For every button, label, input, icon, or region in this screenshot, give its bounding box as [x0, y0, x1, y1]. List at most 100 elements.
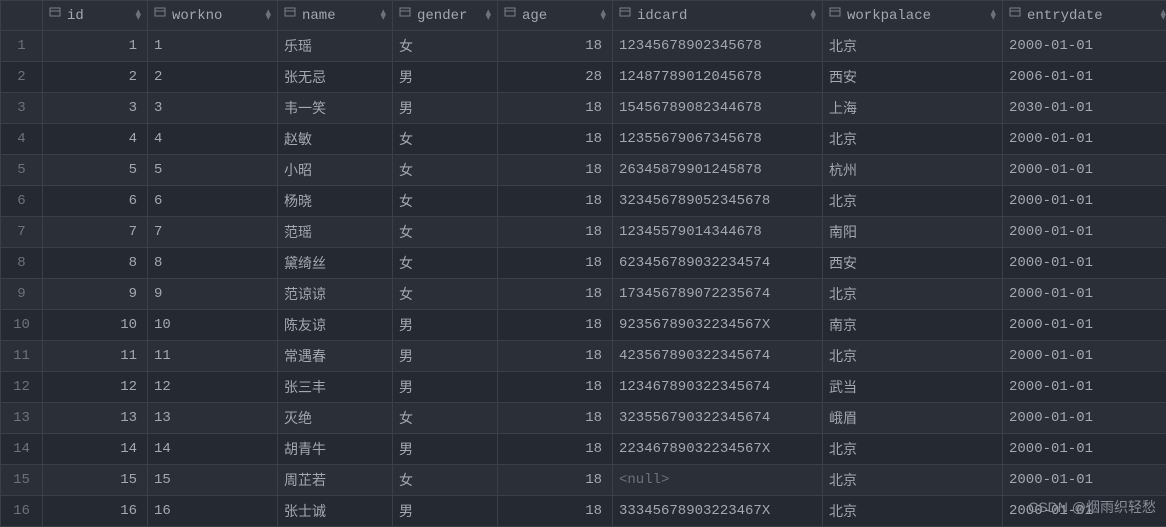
cell-age[interactable]: 18	[498, 186, 613, 217]
table-row[interactable]: 888黛绮丝女18623456789032234574西安2000-01-01	[1, 248, 1166, 279]
table-row[interactable]: 141414胡青牛男1822346789032234567X北京2000-01-…	[1, 434, 1166, 465]
cell-name[interactable]: 常遇春	[278, 341, 393, 372]
cell-workno[interactable]: 12	[148, 372, 278, 403]
cell-id[interactable]: 6	[43, 186, 148, 217]
cell-idcard[interactable]: 92356789032234567X	[613, 310, 823, 341]
cell-workpalace[interactable]: 上海	[823, 93, 1003, 124]
cell-workno[interactable]: 1	[148, 31, 278, 62]
cell-idcard[interactable]: 173456789072235674	[613, 279, 823, 310]
cell-workno[interactable]: 7	[148, 217, 278, 248]
sort-icon[interactable]: ▴▾	[380, 11, 386, 21]
cell-id[interactable]: 11	[43, 341, 148, 372]
cell-name[interactable]: 杨晓	[278, 186, 393, 217]
cell-workno[interactable]: 15	[148, 465, 278, 496]
cell-entrydate[interactable]: 2000-01-01	[1003, 186, 1166, 217]
cell-entrydate[interactable]: 2000-01-01	[1003, 124, 1166, 155]
cell-entrydate[interactable]: 2000-01-01	[1003, 434, 1166, 465]
cell-workpalace[interactable]: 北京	[823, 31, 1003, 62]
cell-age[interactable]: 18	[498, 31, 613, 62]
table-row[interactable]: 222张无忌男2812487789012045678西安2006-01-01	[1, 62, 1166, 93]
cell-entrydate[interactable]: 2000-01-01	[1003, 279, 1166, 310]
cell-idcard[interactable]: 33345678903223467X	[613, 496, 823, 527]
cell-workpalace[interactable]: 武当	[823, 372, 1003, 403]
cell-workpalace[interactable]: 峨眉	[823, 403, 1003, 434]
cell-workpalace[interactable]: 北京	[823, 341, 1003, 372]
cell-workno[interactable]: 8	[148, 248, 278, 279]
cell-entrydate[interactable]: 2030-01-01	[1003, 93, 1166, 124]
cell-gender[interactable]: 女	[393, 217, 498, 248]
cell-age[interactable]: 18	[498, 124, 613, 155]
sort-icon[interactable]: ▴▾	[485, 11, 491, 21]
cell-gender[interactable]: 女	[393, 248, 498, 279]
cell-name[interactable]: 赵敏	[278, 124, 393, 155]
cell-age[interactable]: 18	[498, 93, 613, 124]
cell-id[interactable]: 9	[43, 279, 148, 310]
cell-entrydate[interactable]: 2000-01-01	[1003, 217, 1166, 248]
cell-workno[interactable]: 14	[148, 434, 278, 465]
cell-workpalace[interactable]: 北京	[823, 279, 1003, 310]
column-header-entrydate[interactable]: entrydate▴▾	[1003, 1, 1166, 31]
cell-workno[interactable]: 2	[148, 62, 278, 93]
cell-idcard[interactable]: 12487789012045678	[613, 62, 823, 93]
cell-idcard[interactable]: 623456789032234574	[613, 248, 823, 279]
cell-id[interactable]: 13	[43, 403, 148, 434]
cell-workno[interactable]: 3	[148, 93, 278, 124]
cell-name[interactable]: 张士诚	[278, 496, 393, 527]
cell-workpalace[interactable]: 北京	[823, 124, 1003, 155]
cell-gender[interactable]: 女	[393, 155, 498, 186]
column-header-workpalace[interactable]: workpalace▴▾	[823, 1, 1003, 31]
table-row[interactable]: 131313灭绝女18323556790322345674峨眉2000-01-0…	[1, 403, 1166, 434]
table-row[interactable]: 121212张三丰男18123467890322345674武当2000-01-…	[1, 372, 1166, 403]
table-row[interactable]: 111111常遇春男18423567890322345674北京2000-01-…	[1, 341, 1166, 372]
table-row[interactable]: 555小昭女1826345879901245878杭州2000-01-01	[1, 155, 1166, 186]
cell-workpalace[interactable]: 西安	[823, 248, 1003, 279]
table-row[interactable]: 111乐瑶女1812345678902345678北京2000-01-01	[1, 31, 1166, 62]
table-row[interactable]: 777范瑶女1812345579014344678南阳2000-01-01	[1, 217, 1166, 248]
cell-workno[interactable]: 11	[148, 341, 278, 372]
cell-name[interactable]: 范谅谅	[278, 279, 393, 310]
cell-name[interactable]: 范瑶	[278, 217, 393, 248]
sort-icon[interactable]: ▴▾	[1160, 11, 1166, 21]
cell-age[interactable]: 18	[498, 496, 613, 527]
cell-id[interactable]: 5	[43, 155, 148, 186]
cell-age[interactable]: 18	[498, 279, 613, 310]
sort-icon[interactable]: ▴▾	[810, 11, 816, 21]
cell-gender[interactable]: 女	[393, 124, 498, 155]
cell-workpalace[interactable]: 南阳	[823, 217, 1003, 248]
cell-idcard[interactable]: 12345579014344678	[613, 217, 823, 248]
cell-entrydate[interactable]: 2000-01-01	[1003, 341, 1166, 372]
cell-workno[interactable]: 10	[148, 310, 278, 341]
table-row[interactable]: 151515周芷若女18<null>北京2000-01-01	[1, 465, 1166, 496]
cell-workno[interactable]: 13	[148, 403, 278, 434]
cell-name[interactable]: 韦一笑	[278, 93, 393, 124]
cell-age[interactable]: 18	[498, 310, 613, 341]
cell-workpalace[interactable]: 南京	[823, 310, 1003, 341]
cell-id[interactable]: 10	[43, 310, 148, 341]
cell-name[interactable]: 周芷若	[278, 465, 393, 496]
cell-name[interactable]: 灭绝	[278, 403, 393, 434]
cell-workno[interactable]: 5	[148, 155, 278, 186]
cell-age[interactable]: 18	[498, 403, 613, 434]
cell-gender[interactable]: 女	[393, 279, 498, 310]
cell-name[interactable]: 小昭	[278, 155, 393, 186]
column-header-idcard[interactable]: idcard▴▾	[613, 1, 823, 31]
cell-gender[interactable]: 女	[393, 465, 498, 496]
cell-workpalace[interactable]: 北京	[823, 186, 1003, 217]
cell-name[interactable]: 乐瑶	[278, 31, 393, 62]
cell-age[interactable]: 18	[498, 434, 613, 465]
cell-idcard[interactable]: <null>	[613, 465, 823, 496]
cell-age[interactable]: 18	[498, 465, 613, 496]
cell-id[interactable]: 14	[43, 434, 148, 465]
cell-entrydate[interactable]: 2000-01-01	[1003, 403, 1166, 434]
table-row[interactable]: 666杨晓女18323456789052345678北京2000-01-01	[1, 186, 1166, 217]
cell-idcard[interactable]: 323456789052345678	[613, 186, 823, 217]
cell-gender[interactable]: 男	[393, 496, 498, 527]
cell-gender[interactable]: 男	[393, 434, 498, 465]
cell-id[interactable]: 4	[43, 124, 148, 155]
cell-id[interactable]: 7	[43, 217, 148, 248]
cell-id[interactable]: 8	[43, 248, 148, 279]
sort-icon[interactable]: ▴▾	[600, 11, 606, 21]
cell-workno[interactable]: 6	[148, 186, 278, 217]
cell-workno[interactable]: 4	[148, 124, 278, 155]
cell-gender[interactable]: 男	[393, 62, 498, 93]
